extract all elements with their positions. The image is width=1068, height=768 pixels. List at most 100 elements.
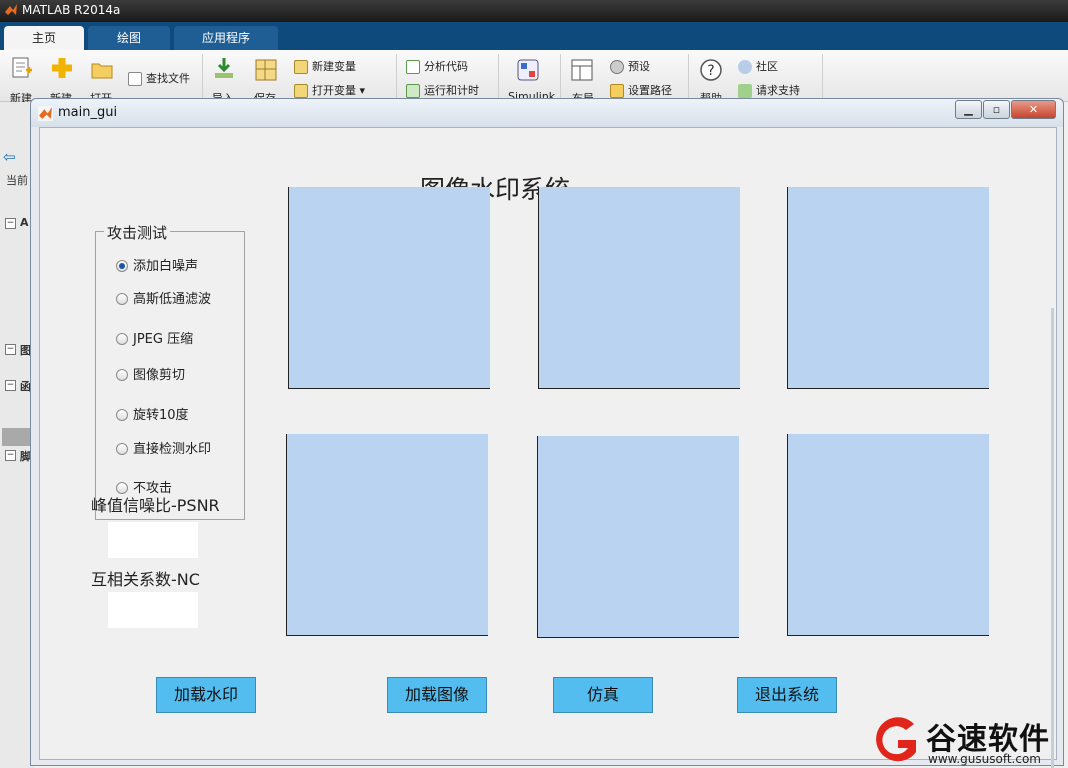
community-button[interactable]: 社区 (738, 58, 778, 74)
run-and-time-button[interactable]: 运行和计时 (406, 82, 479, 98)
radio-icon (116, 332, 128, 345)
tab-plots[interactable]: 绘图 (88, 26, 170, 50)
analyze-code-button[interactable]: 分析代码 (406, 58, 468, 74)
radio-label: 图像剪切 (133, 368, 186, 383)
request-support-button[interactable]: 请求支持 (738, 82, 800, 98)
figure-canvas: 图像水印系统 攻击测试 添加白噪声 高斯低通滤波 JPEG 压缩 图像剪切 旋转… (39, 127, 1057, 768)
close-icon: ✕ (1028, 103, 1039, 116)
close-button[interactable]: ✕ (1011, 100, 1056, 119)
axes-result[interactable] (787, 434, 989, 636)
maximize-button[interactable]: ▫ (983, 100, 1010, 119)
ribbon-separator (498, 54, 499, 98)
tab-home[interactable]: 主页 (4, 26, 84, 50)
save-workspace-icon[interactable] (254, 58, 278, 82)
gear-icon (610, 60, 624, 74)
nc-value-field[interactable] (108, 592, 198, 628)
left-section-a: A (20, 216, 29, 229)
preferences-button[interactable]: 预设 (610, 58, 650, 74)
ribbon-separator (202, 54, 203, 98)
main-gui-window: main_gui ▁ ▫ ✕ 图像水印系统 攻击测试 添加白噪声 高斯低通滤波 … (30, 98, 1064, 768)
axes-watermark[interactable] (538, 187, 740, 389)
new-variable-icon (294, 60, 308, 74)
set-path-label: 设置路径 (628, 84, 672, 97)
back-arrow-icon[interactable]: ⇦ (3, 148, 16, 166)
radio-label: 添加白噪声 (133, 259, 199, 274)
radio-icon (116, 292, 128, 305)
collapse-icon[interactable]: − (5, 450, 16, 461)
new-variable-button[interactable]: 新建变量 (294, 58, 356, 74)
right-edge-scrollbar[interactable] (1051, 308, 1054, 768)
radio-gaussian-lowpass[interactable]: 高斯低通滤波 (116, 288, 212, 307)
run-and-time-icon (406, 84, 420, 98)
psnr-value-field[interactable] (108, 522, 198, 558)
exit-system-button[interactable]: 退出系统 (737, 677, 837, 713)
open-variable-button[interactable]: 打开变量 ▾ (294, 82, 365, 98)
attack-test-title: 攻击测试 (104, 222, 171, 243)
radio-label: 高斯低通滤波 (133, 292, 212, 307)
radio-icon (116, 368, 128, 381)
current-folder-label: 当前 (6, 174, 28, 187)
open-variable-icon (294, 84, 308, 98)
radio-image-crop[interactable]: 图像剪切 (116, 364, 186, 383)
radio-white-noise[interactable]: 添加白噪声 (116, 255, 199, 274)
axes-attacked-image[interactable] (286, 434, 488, 636)
radio-label: 旋转10度 (133, 408, 189, 423)
new-script-icon[interactable] (10, 56, 34, 80)
community-icon (738, 60, 752, 74)
axes-original-image[interactable] (288, 187, 490, 389)
set-path-button[interactable]: 设置路径 (610, 82, 672, 98)
run-and-time-label: 运行和计时 (424, 84, 479, 97)
window-titlebar[interactable]: main_gui ▁ ▫ ✕ (31, 99, 1063, 127)
attack-test-group: 攻击测试 添加白噪声 高斯低通滤波 JPEG 压缩 图像剪切 旋转10度 直接检… (95, 222, 245, 520)
find-files-button[interactable]: 查找文件 (128, 70, 190, 86)
help-icon[interactable]: ? (699, 58, 723, 82)
radio-icon (116, 408, 128, 421)
layout-icon[interactable] (570, 58, 594, 82)
radio-selected-icon (116, 259, 128, 272)
radio-direct-detect[interactable]: 直接检测水印 (116, 438, 212, 457)
new-icon[interactable] (50, 56, 74, 80)
matlab-logo-icon (38, 106, 53, 121)
radio-icon (116, 442, 128, 455)
nc-label: 互相关系数-NC (91, 570, 200, 589)
community-label: 社区 (756, 60, 778, 73)
tab-apps[interactable]: 应用程序 (174, 26, 278, 50)
request-support-label: 请求支持 (756, 84, 800, 97)
psnr-label: 峰值信噪比-PSNR (91, 496, 220, 515)
watermark-url: www.gususoft.com (928, 752, 1041, 766)
simulink-icon[interactable] (516, 58, 540, 82)
maximize-icon: ▫ (992, 103, 1001, 116)
axes-extracted-watermark[interactable] (537, 436, 739, 638)
load-watermark-button[interactable]: 加载水印 (156, 677, 256, 713)
request-support-icon (738, 84, 752, 98)
minimize-icon: ▁ (964, 103, 973, 116)
matlab-left-panel: ⇦ 当前 − A − 图 − 函 − 脚 (0, 102, 34, 768)
matlab-logo-icon (5, 4, 17, 15)
new-variable-label: 新建变量 (312, 60, 356, 73)
analyze-code-label: 分析代码 (424, 60, 468, 73)
ribbon-separator (396, 54, 397, 98)
window-title: main_gui (58, 105, 118, 120)
ribbon: 新建 脚本 新建 打开 查找文件 导入 保存 新建变量 打开变量 ▾ 分析代码 … (0, 50, 1068, 119)
simulate-button[interactable]: 仿真 (553, 677, 653, 713)
load-image-button[interactable]: 加载图像 (387, 677, 487, 713)
set-path-icon (610, 84, 624, 98)
minimize-button[interactable]: ▁ (955, 100, 982, 119)
radio-label: 直接检测水印 (133, 442, 212, 457)
collapse-icon[interactable]: − (5, 344, 16, 355)
ribbon-separator (688, 54, 689, 98)
ribbon-tabbar: 主页 绘图 应用程序 (0, 22, 1068, 50)
axes-watermarked-image[interactable] (787, 187, 989, 389)
analyze-code-icon (406, 60, 420, 74)
radio-jpeg-compress[interactable]: JPEG 压缩 (116, 328, 194, 347)
gususoft-logo-icon (876, 717, 916, 762)
gususoft-watermark: 谷速软件 www.gususoft.com (868, 712, 1068, 768)
collapse-icon[interactable]: − (5, 380, 16, 391)
find-files-icon (128, 72, 142, 86)
open-folder-icon[interactable] (90, 58, 114, 82)
import-icon[interactable] (212, 56, 236, 80)
collapse-icon[interactable]: − (5, 218, 16, 229)
radio-label: JPEG 压缩 (133, 332, 194, 347)
svg-text:?: ? (707, 63, 714, 79)
radio-rotate-10[interactable]: 旋转10度 (116, 404, 189, 423)
